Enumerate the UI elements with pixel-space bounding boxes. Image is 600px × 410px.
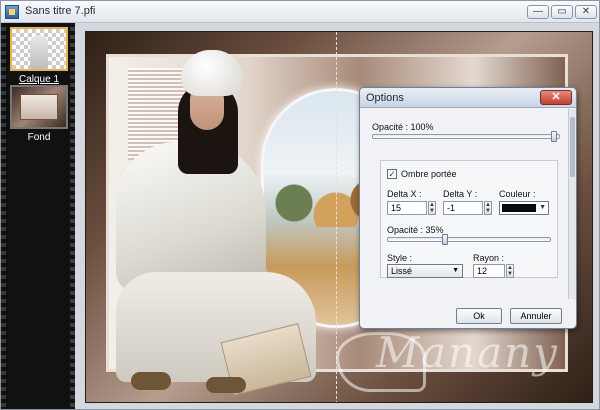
shadow-opacity-label: Opacité : 35%: [387, 225, 444, 235]
style-select-value: Lissé: [391, 266, 413, 276]
layer-thumbnail: [10, 85, 68, 129]
hat-shape: [181, 50, 243, 96]
shadow-group: ✓ Ombre portée Delta X : 15 ▲ ▼ Delta Y :…: [380, 160, 558, 278]
radius-spinner[interactable]: ▲ ▼: [506, 264, 514, 278]
layer-name: Fond: [27, 132, 51, 143]
window-title: Sans titre 7.pfi: [25, 5, 96, 17]
scrollbar-thumb[interactable]: [570, 117, 575, 177]
layer-item-calque-1[interactable]: Calque 1: [10, 27, 68, 85]
options-dialog: Options ✕ Opacité : 100% ✓ Ombre portée …: [359, 87, 577, 329]
dropdown-arrow-icon: ▼: [539, 204, 546, 211]
opacity-label: Opacité : 100%: [372, 122, 434, 132]
restore-button[interactable]: ▭: [551, 5, 573, 19]
shoe-shape: [131, 372, 171, 390]
app-icon: [5, 5, 19, 19]
shadow-opacity-slider-knob[interactable]: [441, 234, 448, 245]
app-window: Sans titre 7.pfi — ▭ ✕ Calque 1 Fond Man…: [0, 0, 600, 410]
radius-input[interactable]: 12: [473, 264, 505, 278]
delta-y-label: Delta Y :: [443, 189, 478, 199]
delta-x-label: Delta X :: [387, 189, 422, 199]
style-select[interactable]: Lissé ▼: [387, 264, 463, 278]
delta-y-spinner[interactable]: ▲ ▼: [484, 201, 492, 215]
dialog-title: Options: [366, 92, 404, 104]
spin-down-icon[interactable]: ▼: [485, 208, 491, 214]
shadow-opacity-slider[interactable]: [387, 234, 551, 245]
layers-panel: Calque 1 Fond: [1, 23, 75, 409]
signature-watermark: Manany: [376, 328, 559, 377]
spin-down-icon[interactable]: ▼: [507, 271, 513, 277]
delta-y-input[interactable]: -1: [443, 201, 483, 215]
drop-shadow-label: Ombre portée: [401, 169, 457, 179]
dialog-close-button[interactable]: ✕: [540, 90, 572, 105]
opacity-slider-knob[interactable]: [551, 131, 557, 142]
opacity-slider[interactable]: [372, 131, 560, 142]
ok-button[interactable]: Ok: [456, 308, 502, 324]
radius-label: Rayon :: [473, 253, 505, 263]
center-guide-line: [336, 32, 337, 402]
color-swatch-fill: [502, 204, 536, 212]
delta-x-spinner[interactable]: ▲ ▼: [428, 201, 436, 215]
figure-thumbnail-icon: [30, 35, 48, 69]
close-window-button[interactable]: ✕: [575, 5, 597, 19]
dropdown-arrow-icon: ▼: [452, 267, 459, 274]
title-bar: Sans titre 7.pfi — ▭ ✕: [1, 1, 599, 23]
dialog-title-bar: Options ✕: [360, 88, 576, 108]
drop-shadow-checkbox[interactable]: ✓: [387, 169, 397, 179]
background-thumbnail-icon: [12, 87, 66, 127]
minimize-button[interactable]: —: [527, 5, 549, 19]
color-label: Couleur :: [499, 189, 536, 199]
delta-x-input[interactable]: 15: [387, 201, 427, 215]
spin-down-icon[interactable]: ▼: [429, 208, 435, 214]
dialog-scrollbar[interactable]: [568, 109, 576, 299]
layer-thumbnail: [10, 27, 68, 71]
shadow-color-picker[interactable]: ▼: [499, 201, 549, 215]
shoe-shape: [206, 377, 246, 393]
woman-figure-image: [86, 32, 336, 402]
layer-name: Calque 1: [18, 74, 60, 85]
style-label: Style :: [387, 253, 413, 263]
layer-item-fond[interactable]: Fond: [10, 85, 68, 143]
cancel-button[interactable]: Annuler: [510, 308, 562, 324]
